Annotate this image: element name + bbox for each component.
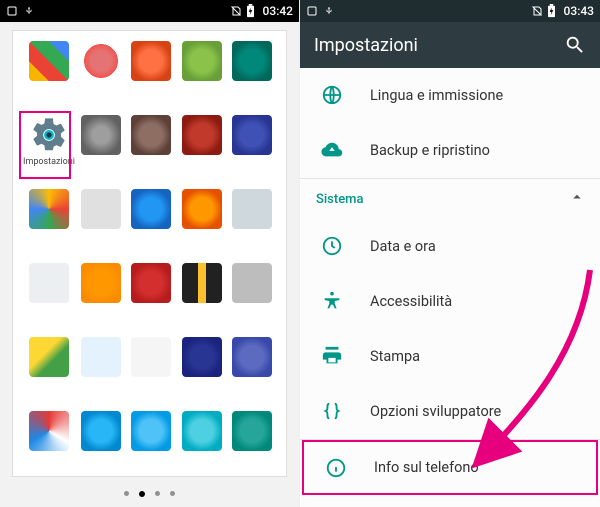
row-backup[interactable]: Backup e ripristino <box>300 123 600 178</box>
page-indicator <box>0 491 299 497</box>
gear-icon <box>29 115 69 155</box>
status-time: 03:43 <box>564 4 594 18</box>
app-icon[interactable] <box>177 263 225 335</box>
app-icon[interactable] <box>23 411 75 483</box>
page-dot[interactable] <box>170 491 175 496</box>
battery-icon <box>246 4 255 18</box>
row-language[interactable]: Lingua e immissione <box>300 68 600 123</box>
app-icon[interactable] <box>228 41 276 113</box>
row-label: Info sul telefono <box>374 459 479 476</box>
status-bar: 03:43 <box>300 0 600 22</box>
app-icon[interactable] <box>23 41 75 113</box>
no-sim-icon <box>230 5 242 17</box>
app-icon[interactable] <box>77 115 125 187</box>
row-date[interactable]: Data e ora <box>300 219 600 274</box>
app-icon[interactable] <box>127 263 175 335</box>
app-label: Impostazioni <box>23 157 75 167</box>
app-icon[interactable] <box>177 115 225 187</box>
app-drawer-card: Impostazioni <box>12 30 287 477</box>
status-time: 03:42 <box>263 4 293 18</box>
no-sim-icon <box>531 5 543 17</box>
row-label: Opzioni sviluppatore <box>370 403 501 420</box>
usb-icon <box>24 5 34 17</box>
app-icon[interactable] <box>77 337 125 409</box>
app-icon[interactable] <box>127 189 175 261</box>
section-header-system[interactable]: Sistema <box>300 179 600 219</box>
page-dot-active[interactable] <box>139 491 145 497</box>
app-icon[interactable] <box>127 41 175 113</box>
app-drawer[interactable]: Impostazioni <box>0 22 299 507</box>
chevron-up-icon <box>568 188 586 210</box>
info-icon <box>320 457 352 479</box>
cloud-upload-icon <box>316 139 348 161</box>
page-dot[interactable] <box>124 491 129 496</box>
app-icon[interactable] <box>177 337 225 409</box>
app-icon[interactable] <box>77 189 125 261</box>
app-icon[interactable] <box>77 411 125 483</box>
screenshot-icon <box>306 5 318 17</box>
app-icon[interactable] <box>77 41 125 113</box>
app-icon[interactable] <box>127 115 175 187</box>
braces-icon <box>316 400 348 422</box>
row-print[interactable]: Stampa <box>300 329 600 384</box>
phone-right: 03:43 Impostazioni Lingua e immissione B… <box>300 0 600 507</box>
toolbar: Impostazioni <box>300 22 600 68</box>
settings-list[interactable]: Lingua e immissione Backup e ripristino … <box>300 68 600 507</box>
print-icon <box>316 345 348 367</box>
screenshot-icon <box>6 5 18 17</box>
app-settings[interactable]: Impostazioni <box>23 115 75 187</box>
app-icon[interactable] <box>228 115 276 187</box>
app-icon[interactable] <box>228 189 276 261</box>
app-icon[interactable] <box>23 189 75 261</box>
status-bar: 03:42 <box>0 0 299 22</box>
app-icon[interactable] <box>228 337 276 409</box>
toolbar-title: Impostazioni <box>314 35 418 56</box>
app-grid: Impostazioni <box>23 41 276 483</box>
row-accessibility[interactable]: Accessibilità <box>300 274 600 329</box>
app-icon[interactable] <box>23 263 75 335</box>
app-icon[interactable] <box>127 337 175 409</box>
app-icon[interactable] <box>228 263 276 335</box>
row-label: Backup e ripristino <box>370 142 490 159</box>
app-icon[interactable] <box>228 411 276 483</box>
row-label: Accessibilità <box>370 293 452 310</box>
app-icon[interactable] <box>77 263 125 335</box>
app-icon[interactable] <box>127 411 175 483</box>
section-label: Sistema <box>316 192 364 207</box>
row-label: Stampa <box>370 348 420 365</box>
app-icon[interactable] <box>23 337 75 409</box>
accessibility-icon <box>316 290 348 312</box>
search-button[interactable] <box>564 34 586 56</box>
row-about[interactable]: Info sul telefono <box>302 440 598 495</box>
globe-icon <box>316 84 348 106</box>
row-developer[interactable]: Opzioni sviluppatore <box>300 384 600 439</box>
page-dot[interactable] <box>155 491 160 496</box>
phone-left: 03:42 Impostazioni <box>0 0 300 507</box>
app-icon[interactable] <box>177 189 225 261</box>
usb-icon <box>324 5 334 17</box>
app-icon[interactable] <box>177 41 225 113</box>
battery-icon <box>547 4 556 18</box>
search-icon <box>564 34 586 56</box>
app-icon[interactable] <box>177 411 225 483</box>
clock-icon <box>316 235 348 257</box>
row-label: Data e ora <box>370 238 436 255</box>
row-label: Lingua e immissione <box>370 87 503 104</box>
